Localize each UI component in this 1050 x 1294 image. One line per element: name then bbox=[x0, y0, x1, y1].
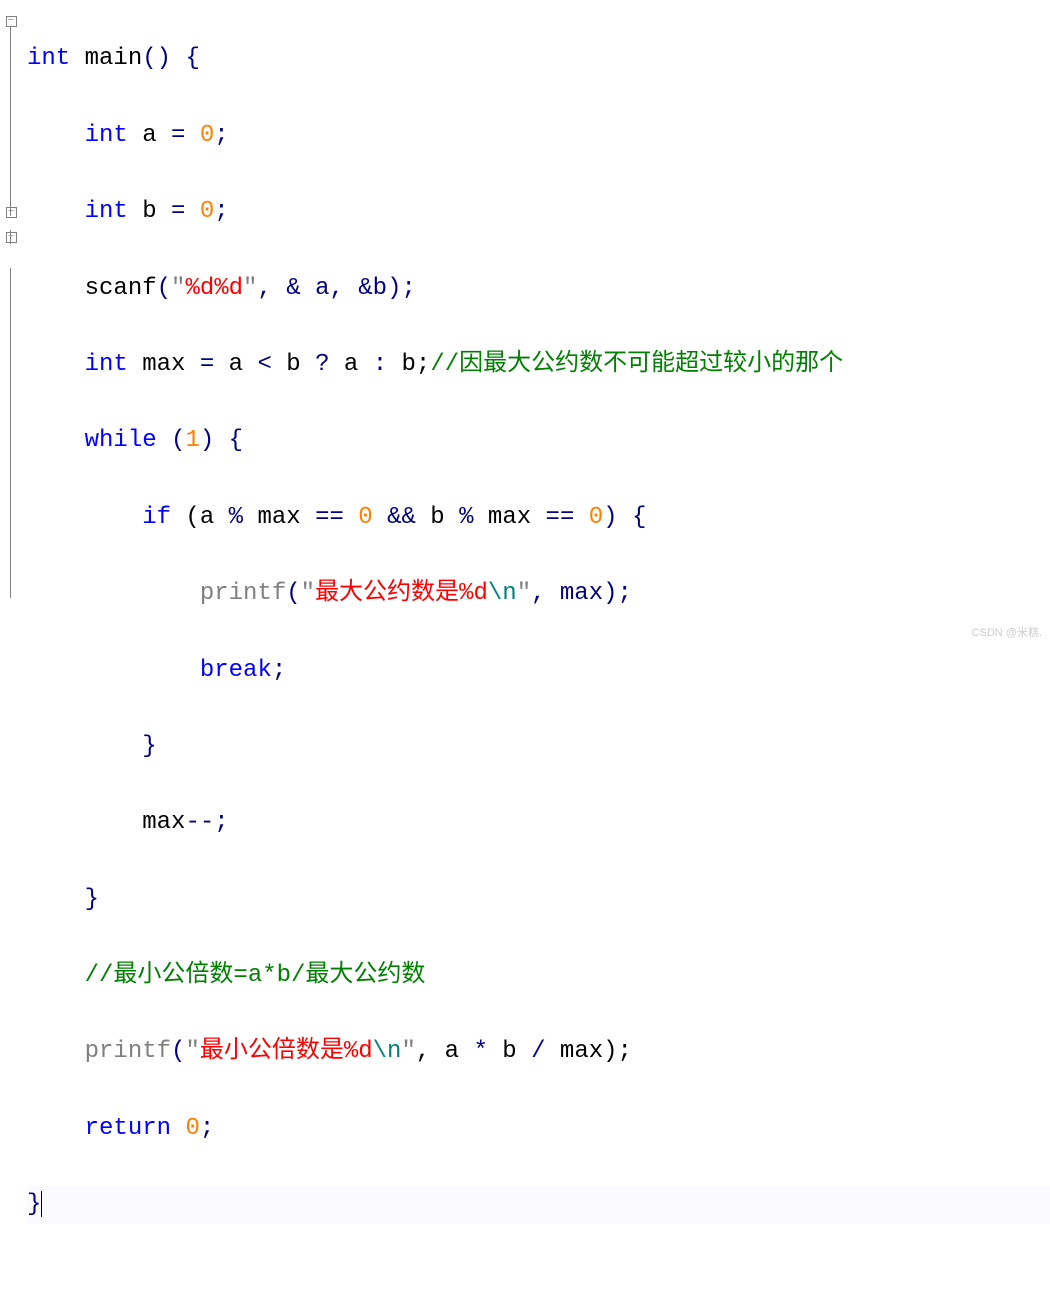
watermark: CSDN @米糕. bbox=[972, 625, 1042, 643]
code-line: int max = a < b ? a : b;//因最大公约数不可能超过较小的… bbox=[27, 346, 1050, 384]
code-line: //最小公倍数=a*b/最大公约数 bbox=[27, 957, 1050, 995]
fold-gutter: − − − bbox=[0, 0, 23, 647]
code-line: if (a % max == 0 && b % max == 0) { bbox=[27, 499, 1050, 537]
code-editor: − − − int main() { int a = 0; int b = 0;… bbox=[0, 0, 1050, 647]
code-line: printf("最小公倍数是%d\n", a * b / max); bbox=[27, 1033, 1050, 1071]
code-line: scanf("%d%d", & a, &b); bbox=[27, 270, 1050, 308]
code-line: } bbox=[27, 1186, 1050, 1224]
code-line: int main() { bbox=[27, 40, 1050, 78]
code-line: max--; bbox=[27, 804, 1050, 842]
code-line: } bbox=[27, 881, 1050, 919]
code-line: } bbox=[27, 728, 1050, 766]
fold-marker-icon[interactable]: − bbox=[6, 232, 17, 243]
code-line: while (1) { bbox=[27, 422, 1050, 460]
text-cursor bbox=[41, 1191, 42, 1217]
fold-marker-icon[interactable]: − bbox=[6, 207, 17, 218]
code-line: break; bbox=[27, 652, 1050, 690]
code-line: printf("最大公约数是%d\n", max); bbox=[27, 575, 1050, 613]
code-line: int b = 0; bbox=[27, 193, 1050, 231]
code-line: int a = 0; bbox=[27, 117, 1050, 155]
fold-marker-icon[interactable]: − bbox=[6, 16, 17, 27]
code-area[interactable]: int main() { int a = 0; int b = 0; scanf… bbox=[23, 0, 1050, 647]
code-line: return 0; bbox=[27, 1110, 1050, 1148]
